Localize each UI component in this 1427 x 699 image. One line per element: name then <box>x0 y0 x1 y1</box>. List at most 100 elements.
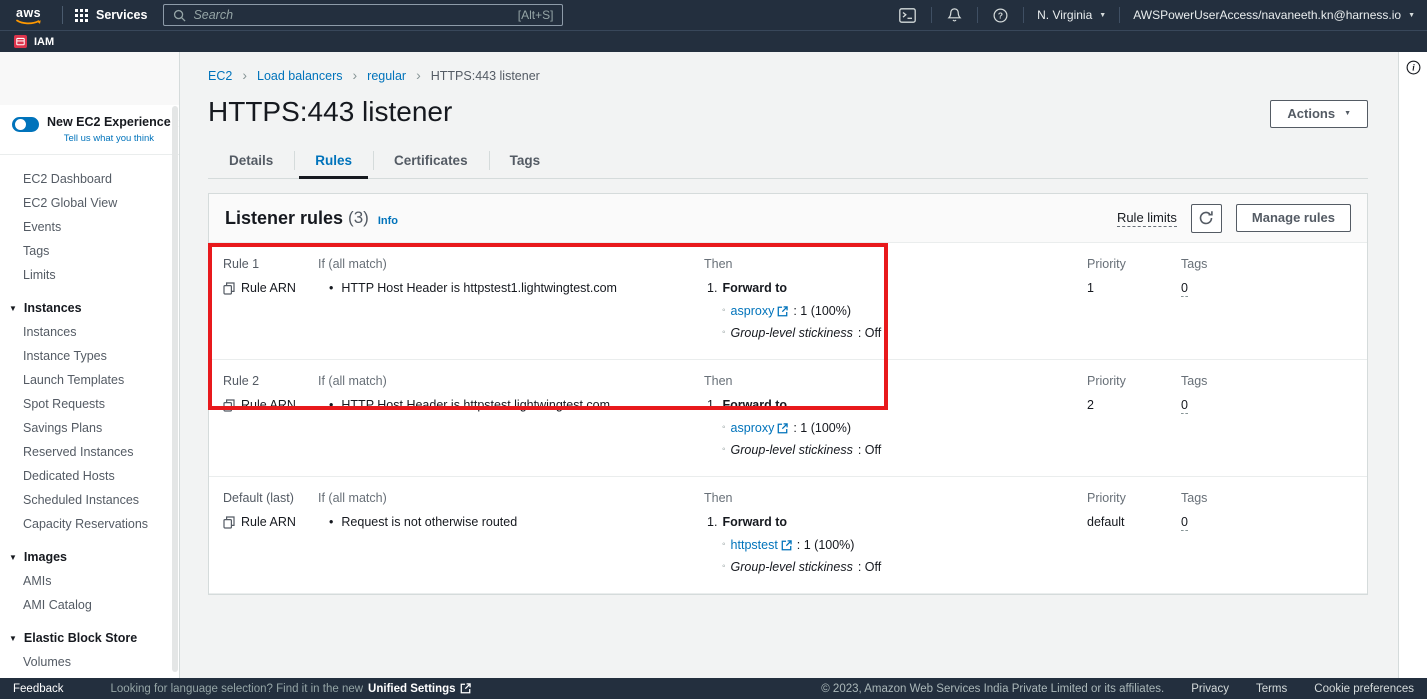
cloudshell-button[interactable] <box>897 8 918 23</box>
hollow-bullet-icon: ◦ <box>722 325 726 341</box>
chevron-down-icon: ▼ <box>9 304 17 313</box>
feedback-link[interactable]: Feedback <box>13 683 64 695</box>
sidebar-section-label: Images <box>24 550 67 564</box>
sidebar-nav: EC2 Dashboard EC2 Global View Events Tag… <box>0 155 179 678</box>
then-header: Then <box>704 256 1087 272</box>
breadcrumb-current: HTTPS:443 listener <box>431 69 540 83</box>
new-ec2-experience-toggle[interactable] <box>12 117 39 132</box>
rule-condition: Request is not otherwise routed <box>341 514 517 530</box>
help-button[interactable]: ? <box>991 8 1010 23</box>
tab-rules[interactable]: Rules <box>294 148 373 178</box>
sidebar-item-ami-catalog[interactable]: AMI Catalog <box>0 593 179 617</box>
external-link-icon <box>777 423 788 434</box>
sidebar-item-amis[interactable]: AMIs <box>0 569 179 593</box>
sidebar-section-elastic-block-store[interactable]: ▼ Elastic Block Store <box>0 626 179 650</box>
sidebar-item-scheduled-instances[interactable]: Scheduled Instances <box>0 488 179 512</box>
tab-tags[interactable]: Tags <box>489 148 562 178</box>
target-group-link[interactable]: asproxy <box>731 303 789 319</box>
tags-count-link[interactable]: 0 <box>1181 280 1188 297</box>
actions-button[interactable]: Actions ▼ <box>1270 100 1368 128</box>
info-link[interactable]: Info <box>378 215 398 227</box>
notifications-button[interactable] <box>945 7 964 23</box>
copy-icon <box>223 516 235 529</box>
sidebar-item-savings-plans[interactable]: Savings Plans <box>0 416 179 440</box>
manage-rules-button[interactable]: Manage rules <box>1236 204 1351 232</box>
target-group-name: asproxy <box>731 303 775 319</box>
sidebar-section-label: Elastic Block Store <box>24 631 137 645</box>
services-menu-button[interactable]: Services <box>75 8 147 22</box>
priority-header: Priority <box>1087 256 1181 272</box>
search-shortcut-hint: [Alt+S] <box>518 8 554 22</box>
copy-rule-arn-button[interactable]: Rule ARN <box>223 397 318 413</box>
sidebar-section-instances[interactable]: ▼ Instances <box>0 296 179 320</box>
chevron-right-icon: › <box>242 67 247 83</box>
cookie-preferences-link[interactable]: Cookie preferences <box>1314 683 1414 695</box>
target-group-link[interactable]: asproxy <box>731 420 789 436</box>
rule-name-cell: Rule 1 Rule ARN <box>223 256 318 347</box>
info-panel-button[interactable]: i <box>1406 60 1421 678</box>
search-icon <box>173 9 186 22</box>
tags-count-link[interactable]: 0 <box>1181 514 1188 531</box>
sidebar-item-launch-templates[interactable]: Launch Templates <box>0 368 179 392</box>
sidebar-item-spot-requests[interactable]: Spot Requests <box>0 392 179 416</box>
sidebar-item-reserved-instances[interactable]: Reserved Instances <box>0 440 179 464</box>
stickiness-label: Group-level stickiness <box>731 325 853 341</box>
forward-to-label: Forward to <box>722 397 787 413</box>
forward-to-label: Forward to <box>722 280 787 296</box>
tab-certificates[interactable]: Certificates <box>373 148 489 178</box>
search-input[interactable] <box>193 8 510 22</box>
rule-then-cell: Then 1. Forward to ◦ asproxy <box>704 373 1087 464</box>
account-menu[interactable]: AWSPowerUserAccess/navaneeth.kn@harness.… <box>1133 8 1415 22</box>
sidebar-item-capacity-reservations[interactable]: Capacity Reservations <box>0 512 179 536</box>
sidebar-item-limits[interactable]: Limits <box>0 263 179 287</box>
refresh-button[interactable] <box>1191 204 1222 233</box>
unified-settings-link[interactable]: Unified Settings <box>368 683 471 695</box>
panel-title: Listener rules <box>225 208 343 229</box>
sidebar-item-dedicated-hosts[interactable]: Dedicated Hosts <box>0 464 179 488</box>
svg-text:?: ? <box>998 10 1003 20</box>
account-label: AWSPowerUserAccess/navaneeth.kn@harness.… <box>1133 8 1401 22</box>
target-group-link[interactable]: httpstest <box>731 537 792 553</box>
copy-rule-arn-button[interactable]: Rule ARN <box>223 514 318 530</box>
sidebar-item-tags[interactable]: Tags <box>0 239 179 263</box>
rule-priority-cell: Priority 1 <box>1087 256 1181 347</box>
region-selector[interactable]: N. Virginia ▼ <box>1037 8 1106 22</box>
rule-priority-cell: Priority 2 <box>1087 373 1181 464</box>
tab-details[interactable]: Details <box>208 148 294 178</box>
topbar-separator <box>1023 7 1024 23</box>
breadcrumb-ec2[interactable]: EC2 <box>208 69 232 83</box>
sidebar-section-images[interactable]: ▼ Images <box>0 545 179 569</box>
chevron-right-icon: › <box>352 67 357 83</box>
sidebar: New EC2 Experience Tell us what you thin… <box>0 52 180 678</box>
sidebar-item-ec2-global-view[interactable]: EC2 Global View <box>0 191 179 215</box>
target-group-name: httpstest <box>731 537 778 553</box>
tell-us-link[interactable]: Tell us what you think <box>47 133 171 144</box>
chevron-right-icon: › <box>416 67 421 83</box>
rule-name: Rule 2 <box>223 373 318 389</box>
aws-logo[interactable]: aws <box>10 4 50 26</box>
sidebar-item-events[interactable]: Events <box>0 215 179 239</box>
sidebar-item-ec2-dashboard[interactable]: EC2 Dashboard <box>0 167 179 191</box>
breadcrumb-regular[interactable]: regular <box>367 69 406 83</box>
forward-to-label: Forward to <box>722 514 787 530</box>
privacy-link[interactable]: Privacy <box>1191 683 1229 695</box>
stickiness-label: Group-level stickiness <box>731 442 853 458</box>
sidebar-item-volumes[interactable]: Volumes <box>0 650 179 674</box>
global-search[interactable]: [Alt+S] <box>163 4 563 26</box>
rule-limits-link[interactable]: Rule limits <box>1117 210 1177 227</box>
rule-tags-cell: Tags 0 <box>1181 490 1367 581</box>
aws-logo-icon: aws <box>12 4 48 26</box>
new-ec2-experience-card: New EC2 Experience Tell us what you thin… <box>0 105 179 155</box>
rule-name: Rule 1 <box>223 256 318 272</box>
sidebar-section-label: Instances <box>24 301 82 315</box>
tags-count-link[interactable]: 0 <box>1181 397 1188 414</box>
copy-rule-arn-button[interactable]: Rule ARN <box>223 280 318 296</box>
breadcrumb-load-balancers[interactable]: Load balancers <box>257 69 342 83</box>
tags-header: Tags <box>1181 256 1367 272</box>
hollow-bullet-icon: ◦ <box>722 442 726 458</box>
terms-link[interactable]: Terms <box>1256 683 1287 695</box>
sidebar-item-instance-types[interactable]: Instance Types <box>0 344 179 368</box>
favorite-iam[interactable]: IAM <box>14 35 54 48</box>
sidebar-scrollbar[interactable] <box>172 106 178 672</box>
sidebar-item-instances[interactable]: Instances <box>0 320 179 344</box>
